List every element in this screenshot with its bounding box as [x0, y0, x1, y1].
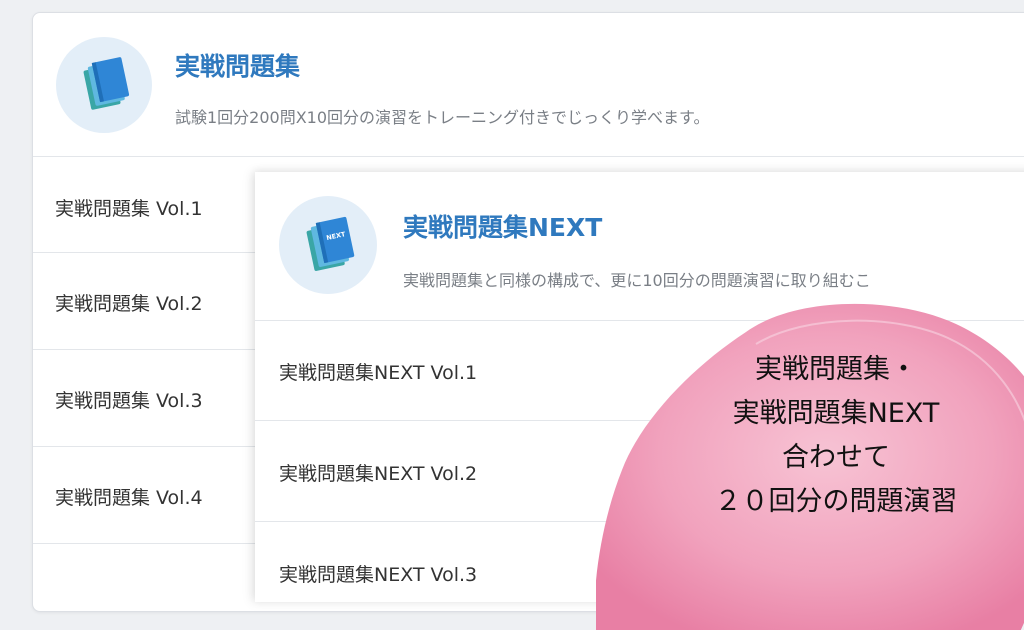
books-next-icon: NEXT [279, 196, 377, 294]
callout-line: 合わせて [782, 442, 890, 473]
practice-set-next-description: 実戦問題集と同様の構成で、更に10回分の問題演習に取り組むこ [403, 271, 871, 290]
list-item-label: 実戦問題集 Vol.3 [55, 390, 203, 412]
list-item-label: 実戦問題集NEXT Vol.1 [279, 362, 478, 384]
list-item-label: 実戦問題集 Vol.1 [55, 198, 203, 220]
callout-line: ２０回分の問題演習 [714, 486, 958, 517]
practice-set-description: 試験1回分200問X10回分の演習をトレーニング付きでじっくり学べます。 [175, 108, 710, 127]
books-icon [56, 37, 152, 133]
list-item-label: 実戦問題集 Vol.4 [55, 487, 203, 509]
practice-set-next-title[interactable]: 実戦問題集NEXT [403, 208, 602, 244]
callout-bubble: 実戦問題集・ 実戦問題集NEXT 合わせて ２０回分の問題演習 [596, 300, 1024, 630]
list-item-label: 実戦問題集NEXT Vol.3 [279, 564, 478, 586]
practice-set-header: 実戦問題集 試験1回分200問X10回分の演習をトレーニング付きでじっくり学べま… [33, 13, 1024, 157]
callout-line: 実戦問題集・ [755, 354, 917, 385]
callout-line: 実戦問題集NEXT [732, 398, 940, 429]
practice-set-title[interactable]: 実戦問題集 [175, 47, 300, 83]
practice-set-next-header: NEXT 実戦問題集NEXT 実戦問題集と同様の構成で、更に10回分の問題演習に… [255, 172, 1024, 321]
list-item-label: 実戦問題集NEXT Vol.2 [279, 463, 478, 485]
callout-text: 実戦問題集・ 実戦問題集NEXT 合わせて ２０回分の問題演習 [646, 348, 1024, 524]
list-item-label: 実戦問題集 Vol.2 [55, 293, 203, 315]
